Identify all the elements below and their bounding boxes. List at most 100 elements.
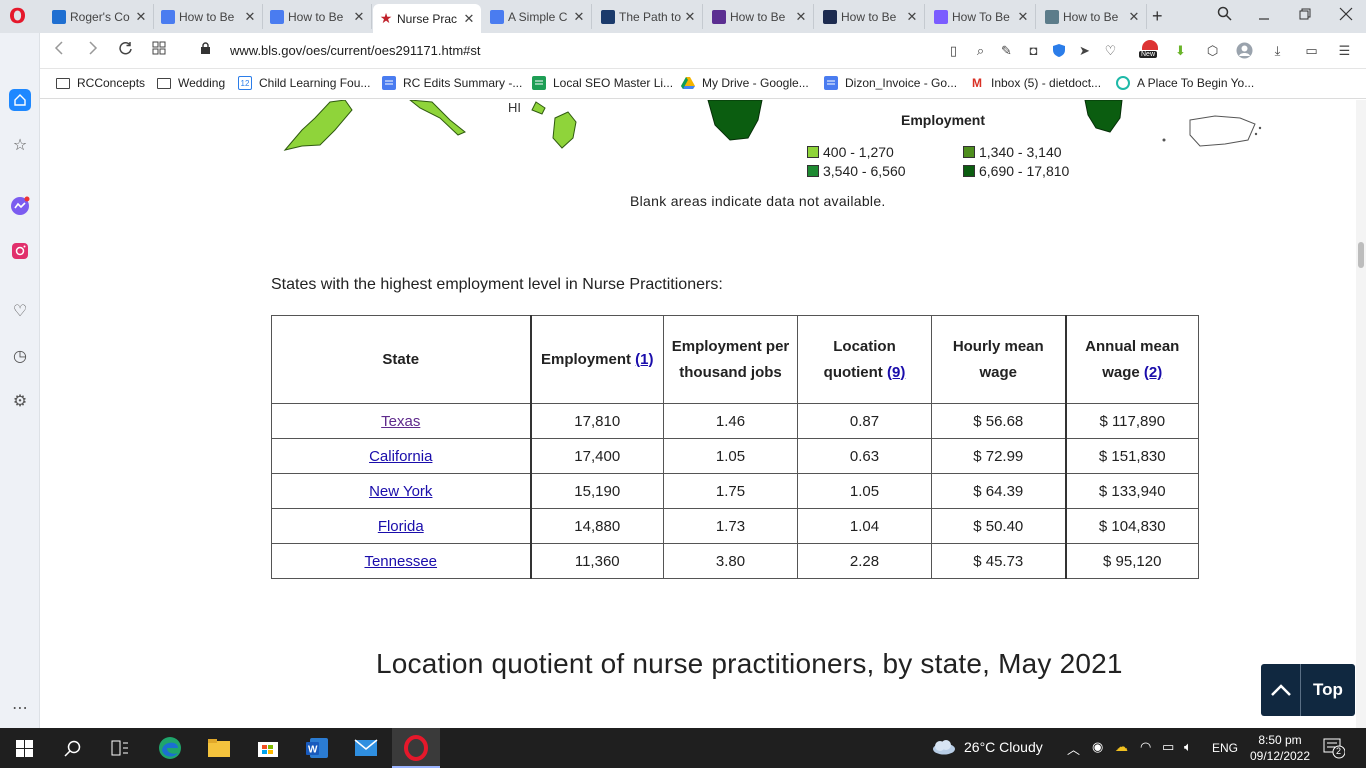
instagram-icon[interactable] [9, 240, 31, 262]
tab-favicon-icon [161, 9, 175, 24]
downloads-icon[interactable]: ⤓ [1269, 42, 1286, 59]
tab-close-icon[interactable]: ✕ [353, 9, 365, 25]
speed-dial-icon[interactable] [152, 41, 166, 59]
new-tab-button[interactable]: + [1152, 6, 1163, 27]
close-window-button[interactable] [1339, 7, 1353, 26]
browser-tab[interactable]: Roger's Co ✕ [46, 4, 154, 29]
battery-icon[interactable]: ▭ [1162, 739, 1174, 755]
file-explorer-icon[interactable] [207, 736, 231, 760]
language-indicator[interactable]: ENG [1212, 741, 1238, 755]
meet-now-icon[interactable]: ◉ [1092, 739, 1103, 755]
tab-close-icon[interactable]: ✕ [573, 9, 585, 25]
bookmark-item[interactable]: Wedding [157, 76, 225, 90]
settings-gear-icon[interactable]: ⚙ [9, 390, 31, 412]
docs-icon [382, 76, 396, 90]
footnote-link-1[interactable]: (1) [635, 351, 653, 368]
footnote-link-2[interactable]: (2) [1144, 364, 1162, 381]
mail-icon[interactable] [354, 736, 378, 760]
reader-mode-icon[interactable]: ▯ [945, 42, 962, 59]
search-icon[interactable] [60, 736, 84, 760]
send-icon[interactable]: ➤ [1076, 42, 1093, 59]
browser-tab[interactable]: How to Be ✕ [706, 4, 814, 29]
bookmark-item[interactable]: A Place To Begin Yo... [1116, 76, 1254, 90]
state-link[interactable]: Tennessee [364, 553, 437, 570]
weather-widget[interactable]: 26°C Cloudy [930, 739, 1043, 755]
footnote-link-9[interactable]: (9) [887, 364, 905, 381]
bookmark-item[interactable]: Dizon_Invoice - Go... [824, 76, 957, 90]
browser-tab[interactable]: How To Be ✕ [928, 4, 1036, 29]
heart-icon[interactable]: ♡ [1102, 42, 1119, 59]
state-link[interactable]: Texas [381, 413, 420, 430]
reload-button[interactable] [118, 41, 133, 60]
browser-tab[interactable]: The Path to ✕ [595, 4, 703, 29]
messenger-icon[interactable] [9, 195, 31, 217]
bookmark-item[interactable]: My Drive - Google... [681, 76, 809, 90]
wifi-icon[interactable]: ◠ [1140, 739, 1151, 755]
scrollbar-thumb[interactable] [1358, 242, 1364, 268]
windows-start-icon[interactable] [12, 736, 36, 760]
zoom-icon[interactable]: ⌕ [972, 42, 989, 59]
home-icon[interactable] [9, 89, 31, 111]
bookmark-label: Dizon_Invoice - Go... [845, 76, 958, 90]
easy-setup-icon[interactable]: ☰ [1336, 42, 1353, 59]
page-scrollbar[interactable] [1356, 100, 1366, 728]
back-to-top-button[interactable]: Top [1261, 664, 1355, 716]
restore-button[interactable] [1299, 8, 1312, 26]
opera-taskbar-button[interactable] [392, 728, 440, 768]
profile-icon[interactable] [1236, 42, 1253, 59]
bookmark-item[interactable]: RC Edits Summary -... [382, 76, 522, 90]
vpn-shield-icon[interactable] [1050, 42, 1067, 59]
minimize-button[interactable] [1258, 9, 1270, 27]
url-field[interactable]: www.bls.gov/oes/current/oes291171.htm#st [230, 43, 481, 58]
state-link[interactable]: California [369, 448, 432, 465]
calendar-icon: 12 [238, 76, 252, 90]
task-view-icon[interactable] [108, 736, 132, 760]
tab-search-icon[interactable] [1217, 6, 1232, 25]
volume-icon[interactable]: 🔈︎ [1184, 739, 1192, 755]
tab-label: How To Be [952, 9, 1010, 24]
tab-close-icon[interactable]: ✕ [906, 9, 918, 25]
microsoft-store-icon[interactable] [256, 736, 280, 760]
word-icon[interactable]: W [305, 736, 329, 760]
tab-close-icon[interactable]: ✕ [684, 9, 696, 25]
onedrive-warning-icon[interactable]: ☁ [1115, 739, 1128, 755]
tab-close-icon[interactable]: ✕ [1128, 9, 1140, 25]
bookmark-item[interactable]: 12 Child Learning Fou... [238, 76, 370, 90]
history-clock-icon[interactable]: ◷ [9, 345, 31, 367]
show-hidden-icons-chevron-icon[interactable]: ︿ [1067, 739, 1080, 758]
browser-tab[interactable]: ★ Nurse Prac ✕ [373, 4, 481, 33]
bookmark-item[interactable]: M Inbox (5) - dietdoct... [970, 76, 1101, 90]
tab-close-icon[interactable]: ✕ [135, 9, 147, 25]
extension-new-icon[interactable]: New [1138, 39, 1162, 59]
bookmark-item[interactable]: RCConcepts [56, 76, 145, 90]
opera-logo-icon[interactable]: O [9, 5, 31, 27]
battery-saver-icon[interactable]: ▭ [1303, 42, 1320, 59]
bookmarks-star-icon[interactable]: ☆ [9, 134, 31, 156]
my-flow-heart-icon[interactable]: ♡ [9, 300, 31, 322]
browser-tab[interactable]: How to Be ✕ [155, 4, 263, 29]
bookmark-item[interactable]: Local SEO Master Li... [532, 76, 673, 90]
cell-per-thousand: 1.46 [663, 403, 798, 439]
more-options-icon[interactable]: ⋯ [9, 697, 31, 719]
edge-icon[interactable] [158, 736, 182, 760]
back-button[interactable] [54, 41, 64, 59]
notifications-icon[interactable]: 2 [1323, 737, 1346, 762]
state-link[interactable]: New York [369, 483, 432, 500]
tab-close-icon[interactable]: ✕ [463, 11, 475, 27]
forward-button[interactable] [88, 41, 98, 59]
browser-tab[interactable]: How to Be ✕ [817, 4, 925, 29]
state-link[interactable]: Florida [378, 518, 424, 535]
lock-icon[interactable] [200, 42, 211, 55]
browser-tab[interactable]: A Simple C ✕ [484, 4, 592, 29]
tab-close-icon[interactable]: ✕ [795, 9, 807, 25]
download-extension-icon[interactable]: ⬇ [1172, 42, 1189, 59]
edit-icon[interactable]: ✎ [998, 42, 1015, 59]
browser-tab[interactable]: How to Be ✕ [1039, 4, 1147, 29]
clock[interactable]: 8:50 pm 09/12/2022 [1248, 732, 1312, 764]
cell-annual: $ 95,120 [1065, 543, 1199, 579]
tab-close-icon[interactable]: ✕ [244, 9, 256, 25]
browser-tab[interactable]: How to Be ✕ [264, 4, 372, 29]
snapshot-icon[interactable]: ◘ [1025, 42, 1042, 59]
extensions-cube-icon[interactable]: ⬡ [1204, 42, 1221, 59]
tab-close-icon[interactable]: ✕ [1017, 9, 1029, 25]
